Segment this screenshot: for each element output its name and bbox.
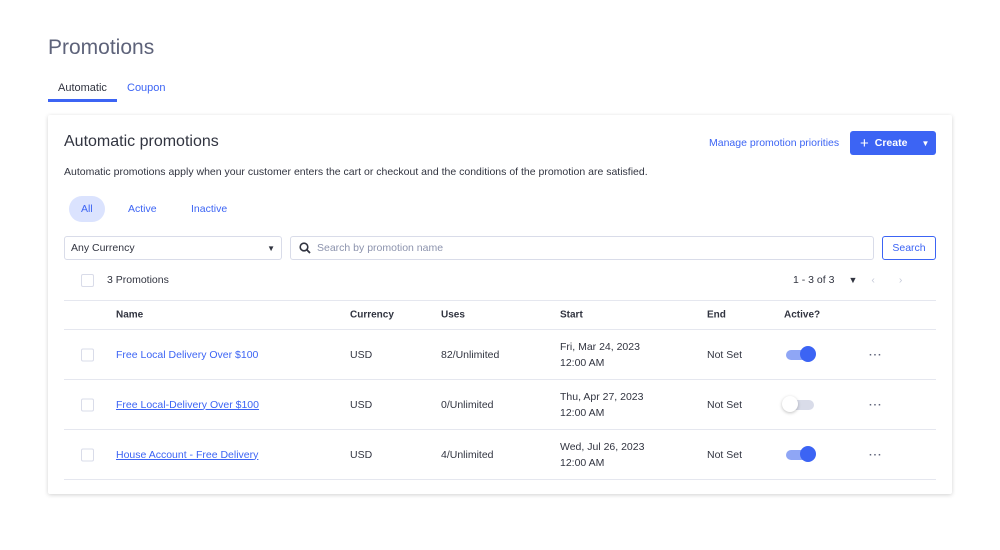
currency: USD (350, 348, 373, 361)
currency-select[interactable]: Any Currency ▼ (64, 236, 282, 260)
more-actions-icon[interactable]: ··· (869, 399, 883, 411)
col-end[interactable]: End (707, 310, 726, 321)
start: Wed, Jul 26, 2023 12:00 AM (560, 439, 644, 471)
start-date: Fri, Mar 24, 2023 (560, 340, 640, 353)
row-checkbox[interactable] (81, 398, 94, 411)
start: Thu, Apr 27, 2023 12:00 AM (560, 389, 643, 421)
promotions-table: Name Currency Uses Start End Active? Fre… (64, 300, 936, 480)
pagination: 1 - 3 of 3 ▼ ‹ › (793, 274, 902, 286)
table-header: Name Currency Uses Start End Active? (64, 300, 936, 330)
more-actions-icon[interactable]: ··· (869, 349, 883, 361)
pagination-range: 1 - 3 of 3 (793, 274, 835, 286)
select-all-checkbox[interactable] (81, 274, 94, 287)
per-page-dropdown-icon[interactable]: ▼ (848, 275, 857, 285)
start-date: Wed, Jul 26, 2023 (560, 440, 645, 453)
promotion-name-link[interactable]: Free Local Delivery Over $100 (116, 349, 258, 361)
search-placeholder: Search by promotion name (317, 242, 444, 254)
active-toggle[interactable] (786, 445, 816, 462)
uses: 0/Unlimited (441, 398, 494, 411)
col-uses: Uses (441, 309, 465, 321)
create-button[interactable]: + Create ▼ (850, 131, 936, 155)
row-checkbox[interactable] (81, 448, 94, 461)
promotion-name-link[interactable]: Free Local-Delivery Over $100 (116, 399, 259, 411)
tab-coupon[interactable]: Coupon (117, 82, 176, 102)
currency: USD (350, 398, 373, 411)
create-label: Create (874, 137, 908, 149)
page-title: Promotions (48, 36, 155, 59)
table-row: Free Local-Delivery Over $100 USD 0/Unli… (64, 380, 936, 430)
end: Not Set (707, 398, 743, 411)
table-row: House Account - Free Delivery USD 4/Unli… (64, 430, 936, 480)
start-date: Thu, Apr 27, 2023 (560, 390, 644, 403)
promotion-name-link[interactable]: House Account - Free Delivery (116, 449, 258, 461)
prev-page-icon[interactable]: ‹ (871, 274, 875, 286)
table-row: Free Local Delivery Over $100 USD 82/Unl… (64, 330, 936, 380)
card-description: Automatic promotions apply when your cus… (64, 166, 648, 178)
caret-down-icon[interactable]: ▼ (921, 139, 929, 148)
next-page-icon[interactable]: › (899, 274, 903, 286)
filter-inactive[interactable]: Inactive (179, 196, 239, 222)
end: Not Set (707, 448, 743, 461)
row-checkbox[interactable] (81, 348, 94, 361)
col-start[interactable]: Start (560, 310, 583, 321)
start: Fri, Mar 24, 2023 12:00 AM (560, 339, 640, 371)
uses: 4/Unlimited (441, 448, 494, 461)
search-icon (299, 242, 311, 254)
col-currency: Currency (350, 309, 394, 321)
tab-automatic[interactable]: Automatic (48, 82, 117, 102)
promotions-card: Automatic promotions Manage promotion pr… (48, 115, 952, 494)
active-toggle[interactable] (786, 345, 816, 362)
start-time: 12:00 AM (560, 406, 605, 419)
promotion-count: 3 Promotions (107, 274, 169, 286)
col-name[interactable]: Name (116, 310, 143, 321)
currency-select-value: Any Currency (71, 242, 135, 254)
more-actions-icon[interactable]: ··· (869, 449, 883, 461)
filter-all[interactable]: All (69, 196, 105, 222)
search-button[interactable]: Search (882, 236, 936, 260)
start-time: 12:00 AM (560, 356, 605, 369)
card-title: Automatic promotions (64, 133, 219, 150)
end: Not Set (707, 348, 743, 361)
search-input[interactable]: Search by promotion name (290, 236, 874, 260)
caret-down-icon: ▼ (267, 243, 275, 253)
col-active: Active? (784, 309, 821, 321)
uses: 82/Unlimited (441, 348, 500, 361)
manage-priorities-link[interactable]: Manage promotion priorities (709, 137, 839, 149)
start-time: 12:00 AM (560, 456, 605, 469)
plus-icon: + (860, 134, 869, 152)
filter-active[interactable]: Active (116, 196, 169, 222)
active-toggle[interactable] (782, 395, 814, 412)
currency: USD (350, 448, 373, 461)
